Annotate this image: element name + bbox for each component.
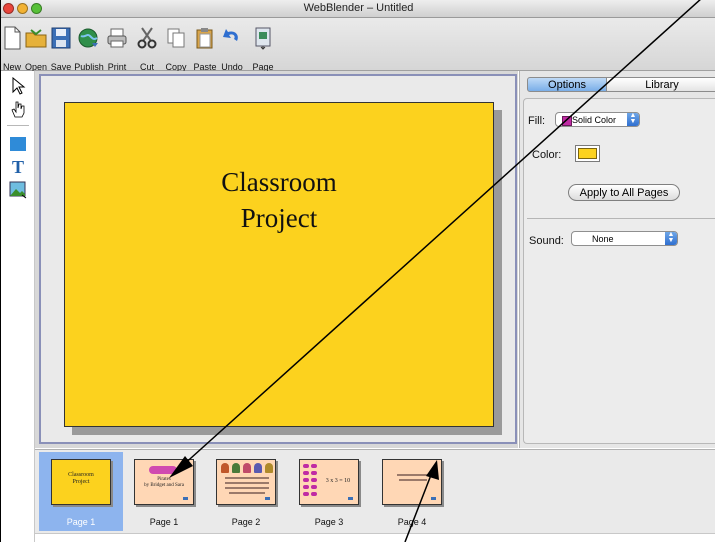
app-window: WebBlender – Untitled New Open Save Publ… — [0, 0, 715, 542]
annotation-arrows — [169, 0, 701, 542]
arrow-head-icon — [426, 460, 439, 480]
